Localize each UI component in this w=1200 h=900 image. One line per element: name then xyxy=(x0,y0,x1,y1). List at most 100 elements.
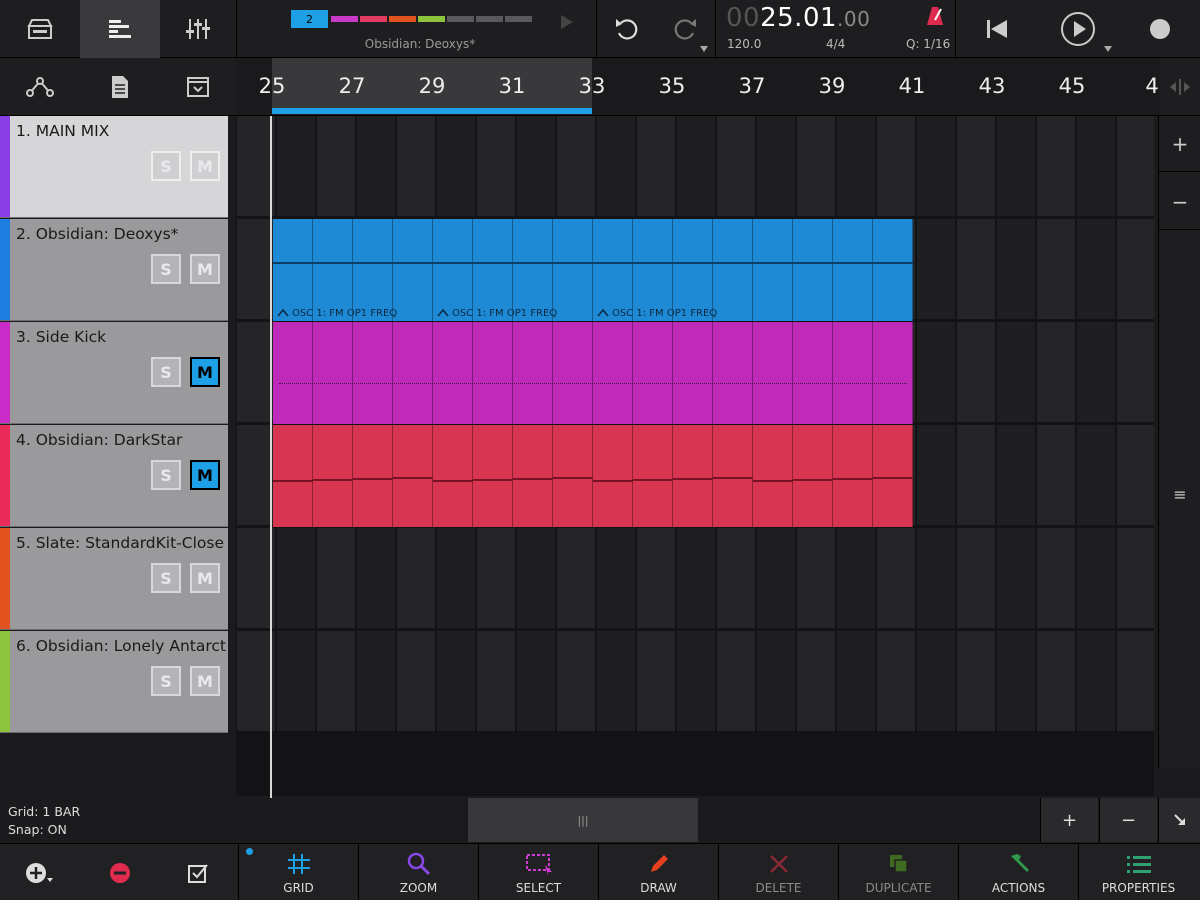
grid-cell[interactable] xyxy=(957,322,995,422)
grid-cell[interactable] xyxy=(997,425,1035,525)
horizontal-scrollbar[interactable]: ||| xyxy=(236,798,1038,842)
mute-button[interactable]: M xyxy=(190,151,220,181)
grid-cell[interactable] xyxy=(997,631,1035,731)
time-display[interactable]: 0025.01.00 xyxy=(726,3,870,33)
grid-cell[interactable] xyxy=(957,528,995,628)
tool-delete-button[interactable]: DELETE xyxy=(718,844,838,900)
add-track-button[interactable] xyxy=(0,844,80,900)
grid-cell[interactable] xyxy=(797,631,835,731)
undo-button[interactable] xyxy=(598,0,656,58)
quantize[interactable]: Q: 1/16 xyxy=(906,37,950,51)
play-preview-icon[interactable] xyxy=(560,14,574,30)
grid-cell[interactable] xyxy=(877,116,915,216)
grid-cell[interactable] xyxy=(557,528,595,628)
grid-cell[interactable] xyxy=(277,528,315,628)
grid-cell[interactable] xyxy=(637,116,675,216)
track-header[interactable]: 1. MAIN MIX S M xyxy=(0,116,228,218)
grid-cell[interactable] xyxy=(997,322,1035,422)
zoom-fit-button[interactable] xyxy=(1158,798,1200,842)
grid-cell[interactable] xyxy=(1117,528,1154,628)
mute-button[interactable]: M xyxy=(190,666,220,696)
grid-cell[interactable] xyxy=(1117,219,1154,319)
loop-region-bar[interactable] xyxy=(272,108,592,114)
tempo[interactable]: 120.0 xyxy=(727,37,761,51)
grid-cell[interactable] xyxy=(1117,631,1154,731)
midi-clip[interactable]: OSC 1: FM OP1 FREQ xyxy=(593,219,913,321)
grid-cell[interactable] xyxy=(1037,322,1075,422)
grid-cell[interactable] xyxy=(837,528,875,628)
grid-cell[interactable] xyxy=(1077,322,1115,422)
grid-cell[interactable] xyxy=(757,116,795,216)
track-chip[interactable] xyxy=(447,16,474,22)
grid-cell[interactable] xyxy=(397,528,435,628)
play-button[interactable] xyxy=(1036,0,1120,58)
arrangement-grid[interactable]: OSC 1: FM OP1 FREQ OSC 1: FM OP1 FREQ OSC … xyxy=(236,116,1154,796)
solo-button[interactable]: S xyxy=(151,151,181,181)
track-chip[interactable] xyxy=(476,16,503,22)
midi-clip[interactable] xyxy=(753,425,913,527)
grid-cell[interactable] xyxy=(917,322,955,422)
grid-cell[interactable] xyxy=(557,116,595,216)
grid-cell[interactable] xyxy=(837,116,875,216)
grid-cell[interactable] xyxy=(1037,219,1075,319)
grid-cell[interactable] xyxy=(917,116,955,216)
grid-cell[interactable] xyxy=(637,528,675,628)
grid-cell[interactable] xyxy=(997,528,1035,628)
tool-select-button[interactable]: SELECT xyxy=(478,844,598,900)
remove-track-button[interactable] xyxy=(80,844,160,900)
tool-draw-button[interactable]: DRAW xyxy=(598,844,718,900)
track-header[interactable]: 5. Slate: StandardKit-Close S M xyxy=(0,528,228,630)
track-header[interactable]: 2. Obsidian: Deoxys* S M xyxy=(0,219,228,321)
grid-cell[interactable] xyxy=(797,528,835,628)
grid-cell[interactable] xyxy=(357,528,395,628)
track-chip[interactable] xyxy=(331,16,358,22)
grid-cell[interactable] xyxy=(357,116,395,216)
grid-cell[interactable] xyxy=(437,631,475,731)
grid-cell[interactable] xyxy=(1077,219,1115,319)
grid-cell[interactable] xyxy=(637,631,675,731)
multi-select-button[interactable] xyxy=(160,844,236,900)
midi-clip[interactable]: OSC 1: FM OP1 FREQ xyxy=(433,219,593,321)
track-header[interactable]: 3. Side Kick S M xyxy=(0,322,228,424)
redo-button[interactable] xyxy=(656,0,714,58)
grid-cell[interactable] xyxy=(997,219,1035,319)
tool-grid-button[interactable]: GRID xyxy=(238,844,358,900)
grid-cell[interactable] xyxy=(717,116,755,216)
track-chip[interactable] xyxy=(418,16,445,22)
grid-cell[interactable] xyxy=(877,631,915,731)
track-chip[interactable] xyxy=(505,16,532,22)
grid-cell[interactable] xyxy=(677,116,715,216)
midi-clip[interactable] xyxy=(433,425,593,527)
grid-cell[interactable] xyxy=(317,116,355,216)
mute-button[interactable]: M xyxy=(190,357,220,387)
playhead[interactable] xyxy=(270,116,272,798)
tool-zoom-button[interactable]: ZOOM xyxy=(358,844,478,900)
grid-cell[interactable] xyxy=(317,528,355,628)
scroll-thumb[interactable]: ||| xyxy=(468,798,698,842)
window-button[interactable] xyxy=(160,58,236,116)
track-chip[interactable] xyxy=(360,16,387,22)
solo-button[interactable]: S xyxy=(151,357,181,387)
zoom-out-button[interactable]: − xyxy=(1099,798,1157,842)
metronome-icon[interactable] xyxy=(926,6,944,26)
grid-cell[interactable] xyxy=(277,631,315,731)
grid-cell[interactable] xyxy=(917,219,955,319)
grid-cell[interactable] xyxy=(277,116,315,216)
grid-cell[interactable] xyxy=(597,631,635,731)
midi-clip[interactable] xyxy=(593,425,753,527)
track-lane[interactable] xyxy=(236,631,1154,733)
grid-cell[interactable] xyxy=(1077,528,1115,628)
grid-cell[interactable] xyxy=(1077,425,1115,525)
grid-cell[interactable] xyxy=(677,631,715,731)
grid-cell[interactable] xyxy=(757,631,795,731)
grid-cell[interactable] xyxy=(1037,631,1075,731)
grid-cell[interactable] xyxy=(517,116,555,216)
automation-button[interactable] xyxy=(0,58,80,116)
grid-cell[interactable] xyxy=(1037,528,1075,628)
track-header[interactable]: 4. Obsidian: DarkStar S M xyxy=(0,425,228,527)
midi-clip[interactable]: OSC 1: FM OP1 FREQ xyxy=(273,219,433,321)
return-to-start-button[interactable] xyxy=(958,0,1036,58)
track-lane[interactable] xyxy=(236,322,1154,424)
grid-cell[interactable] xyxy=(917,631,955,731)
grid-cell[interactable] xyxy=(357,631,395,731)
